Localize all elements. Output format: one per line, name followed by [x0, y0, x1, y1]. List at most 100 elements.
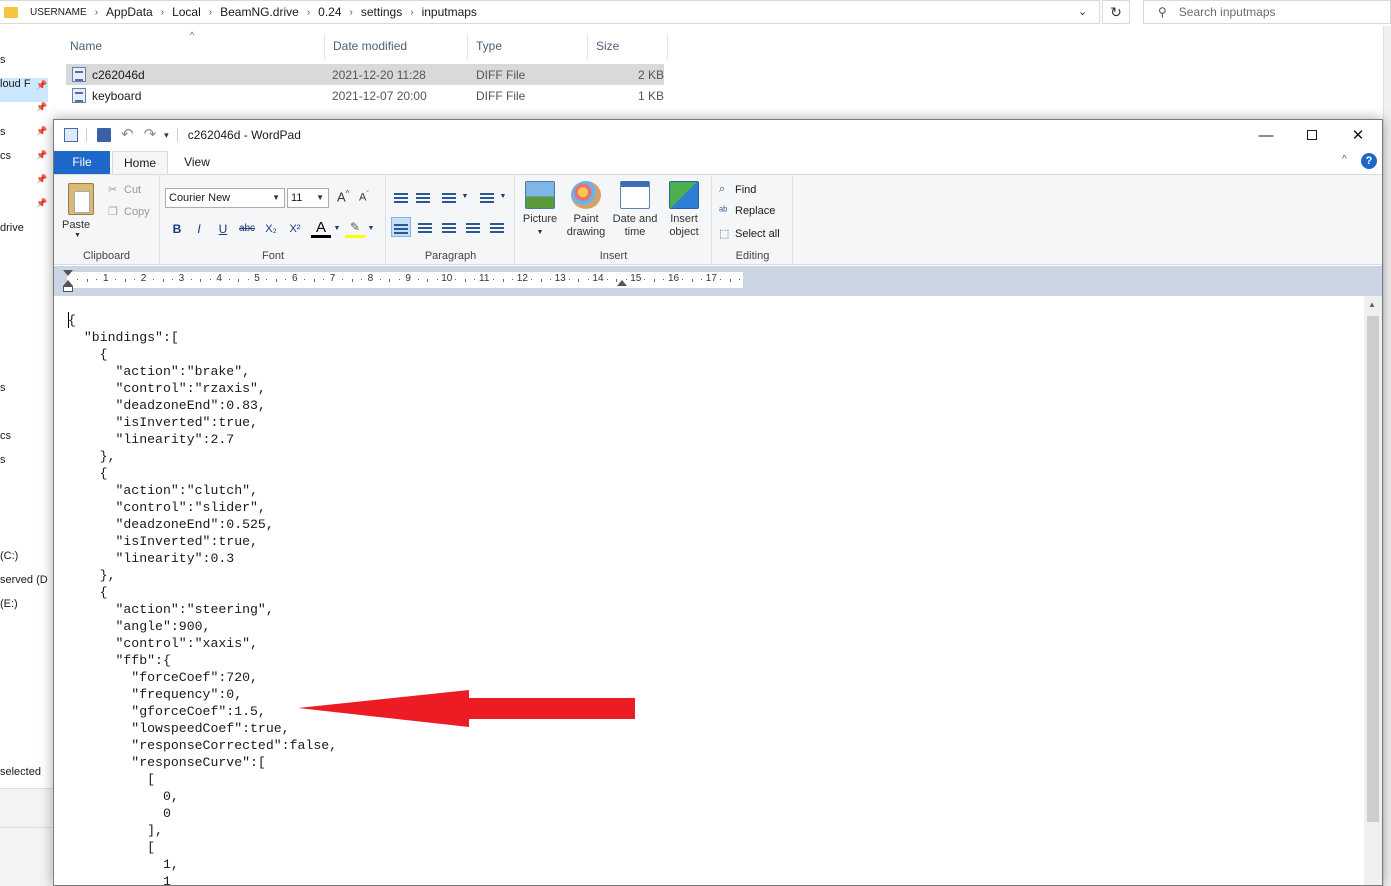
breadcrumb-item[interactable]: USERNAME: [30, 7, 87, 18]
file-row[interactable]: keyboard 2021-12-07 20:00 DIFF File 1 KB: [66, 85, 664, 106]
column-date-modified[interactable]: Date modified: [325, 34, 468, 60]
refresh-button[interactable]: ↻: [1102, 0, 1130, 24]
ruler[interactable]: 1 2 3 4 5 6 7 8 9 10 11 12 13 14 15 16 17: [54, 266, 1382, 296]
drive-d[interactable]: served (D: [0, 574, 48, 586]
breadcrumb-item[interactable]: inputmaps: [422, 5, 477, 19]
increase-indent-button[interactable]: [413, 187, 433, 207]
grow-font-button[interactable]: A^: [337, 189, 349, 204]
document-line[interactable]: "isInverted":true,: [68, 414, 337, 431]
document-line[interactable]: 1,: [68, 856, 337, 873]
document-line[interactable]: "action":"clutch",: [68, 482, 337, 499]
insert-picture-button[interactable]: Picture ▼: [520, 181, 560, 239]
first-line-indent-marker[interactable]: [63, 270, 73, 276]
justify-button[interactable]: [463, 217, 483, 237]
nav-item[interactable]: s: [0, 126, 6, 138]
align-center-button[interactable]: [415, 217, 435, 237]
document-line[interactable]: "control":"rzaxis",: [68, 380, 337, 397]
document-line[interactable]: "control":"xaxis",: [68, 635, 337, 652]
document-line[interactable]: "gforceCoef":1.5,: [68, 703, 337, 720]
right-indent-marker[interactable]: [617, 280, 627, 286]
decrease-indent-button[interactable]: [391, 187, 411, 207]
find-button[interactable]: ⌕ Find: [719, 183, 756, 196]
tab-view[interactable]: View: [172, 151, 222, 174]
document-line[interactable]: "action":"steering",: [68, 601, 337, 618]
document-line[interactable]: [: [68, 771, 337, 788]
chevron-down-icon[interactable]: ▼: [327, 219, 347, 239]
chevron-down-icon[interactable]: ▼: [361, 219, 381, 239]
document-line[interactable]: "responseCurve":[: [68, 754, 337, 771]
save-icon[interactable]: [97, 128, 111, 142]
breadcrumb-item[interactable]: 0.24: [318, 5, 341, 19]
align-right-button[interactable]: [439, 217, 459, 237]
copy-button[interactable]: ❐ Copy: [108, 205, 150, 219]
column-size[interactable]: Size: [588, 34, 668, 60]
paste-button[interactable]: Paste: [62, 219, 90, 231]
paragraph-dialog-button[interactable]: [487, 217, 507, 237]
search-input[interactable]: ⚲ Search inputmaps: [1143, 0, 1391, 24]
help-icon[interactable]: ?: [1361, 153, 1377, 169]
document-line[interactable]: {: [68, 346, 337, 363]
document-line[interactable]: "angle":900,: [68, 618, 337, 635]
document-line[interactable]: "action":"brake",: [68, 363, 337, 380]
nav-item[interactable]: loud F: [0, 78, 31, 90]
font-size-select[interactable]: 11 ▼: [287, 188, 329, 208]
document-line[interactable]: },: [68, 567, 337, 584]
nav-item[interactable]: cs: [0, 150, 11, 162]
document-line[interactable]: "control":"slider",: [68, 499, 337, 516]
vertical-scrollbar[interactable]: ▲: [1364, 296, 1382, 885]
nav-item[interactable]: cs: [0, 430, 11, 442]
chevron-down-icon[interactable]: ▼: [455, 187, 475, 207]
nav-item[interactable]: s: [0, 454, 6, 466]
document-line[interactable]: "ffb":{: [68, 652, 337, 669]
breadcrumb-item[interactable]: BeamNG.drive: [220, 5, 299, 19]
document-line[interactable]: "bindings":[: [68, 329, 337, 346]
strikethrough-button[interactable]: abc: [237, 219, 257, 239]
document-line[interactable]: },: [68, 448, 337, 465]
document-line[interactable]: 1: [68, 873, 337, 885]
replace-button[interactable]: ᵃᵇ Replace: [719, 205, 775, 217]
minimize-button[interactable]: —: [1243, 120, 1289, 150]
chevron-down-icon[interactable]: ▼: [74, 232, 81, 239]
paste-icon[interactable]: [68, 183, 94, 215]
bold-button[interactable]: B: [167, 219, 187, 239]
italic-button[interactable]: I: [189, 219, 209, 239]
document-line[interactable]: "linearity":2.7: [68, 431, 337, 448]
shrink-font-button[interactable]: Aˇ: [359, 191, 369, 204]
title-bar[interactable]: ↶ ↷ ▾ c262046d - WordPad — ✕: [54, 120, 1382, 150]
maximize-button[interactable]: [1289, 120, 1335, 150]
select-all-button[interactable]: ⬚ Select all: [719, 227, 780, 241]
breadcrumb-item[interactable]: Local: [172, 5, 201, 19]
paint-drawing-button[interactable]: Paint drawing: [564, 181, 608, 239]
file-row[interactable]: c262046d 2021-12-20 11:28 DIFF File 2 KB: [66, 64, 664, 85]
document-line[interactable]: "frequency":0,: [68, 686, 337, 703]
chevron-down-icon[interactable]: ▼: [493, 187, 513, 207]
breadcrumb-item[interactable]: AppData: [106, 5, 153, 19]
column-type[interactable]: Type: [468, 34, 588, 60]
document-line[interactable]: {: [68, 465, 337, 482]
drive-c[interactable]: (C:): [0, 550, 18, 562]
nav-item[interactable]: s: [0, 54, 6, 66]
cut-button[interactable]: ✂ Cut: [108, 183, 141, 197]
document-line[interactable]: "linearity":0.3: [68, 550, 337, 567]
chevron-down-icon[interactable]: ⌄: [1078, 5, 1087, 18]
document-line[interactable]: 0,: [68, 788, 337, 805]
superscript-button[interactable]: X²: [285, 219, 305, 239]
document-line[interactable]: 0: [68, 805, 337, 822]
document-text[interactable]: { "bindings":[ { "action":"brake", "cont…: [68, 312, 337, 885]
document-line[interactable]: {: [68, 584, 337, 601]
breadcrumb-item[interactable]: settings: [361, 5, 402, 19]
document-line[interactable]: ],: [68, 822, 337, 839]
drive-e[interactable]: (E:): [0, 598, 18, 610]
nav-item[interactable]: drive: [0, 222, 24, 234]
redo-icon[interactable]: ↷: [144, 127, 157, 142]
tab-home[interactable]: Home: [112, 151, 168, 174]
minimize-ribbon-icon[interactable]: ^: [1342, 154, 1347, 165]
undo-icon[interactable]: ↶: [121, 127, 134, 142]
document-line[interactable]: "deadzoneEnd":0.525,: [68, 516, 337, 533]
address-bar[interactable]: USERNAME › AppData › Local › BeamNG.driv…: [0, 0, 1100, 24]
font-family-select[interactable]: Courier New ▼: [165, 188, 285, 208]
close-button[interactable]: ✕: [1335, 120, 1381, 150]
document-line[interactable]: "lowspeedCoef":true,: [68, 720, 337, 737]
document-line[interactable]: "isInverted":true,: [68, 533, 337, 550]
insert-object-button[interactable]: Insert object: [662, 181, 706, 239]
